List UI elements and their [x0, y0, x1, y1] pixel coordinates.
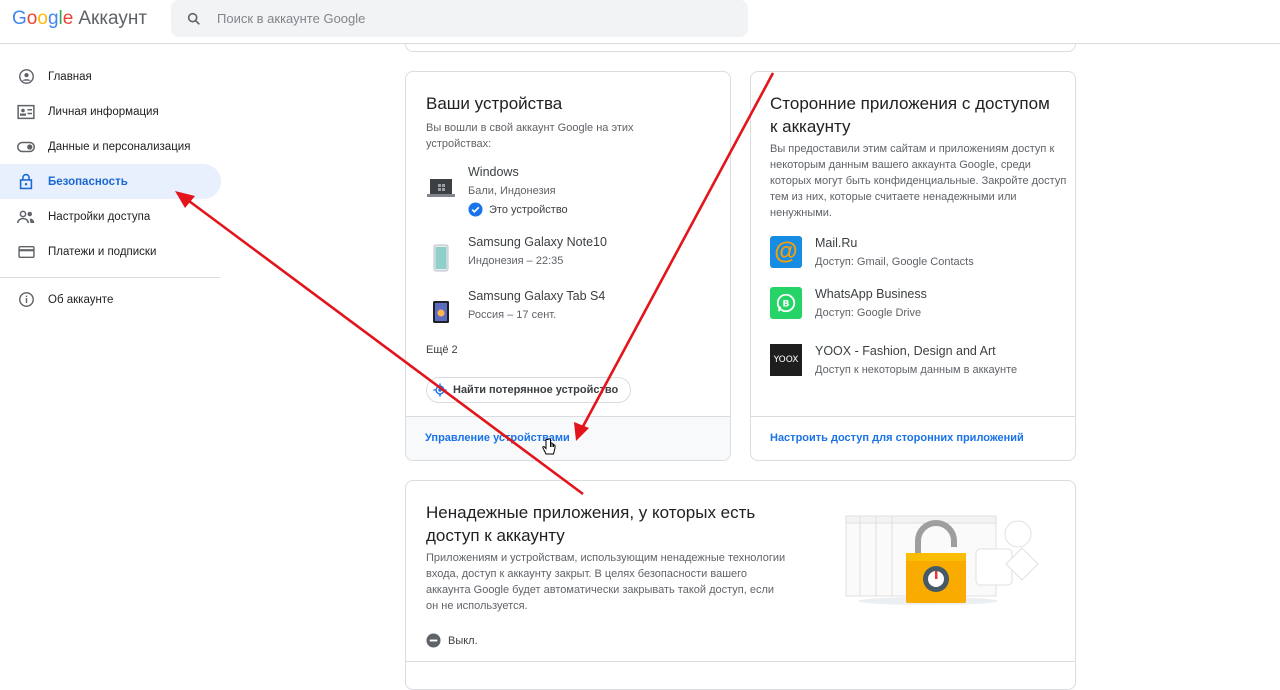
device-location: Индонезия – 22:35	[468, 255, 564, 267]
sidebar-item-data-personalization[interactable]: Данные и персонализация	[0, 129, 221, 164]
whatsapp-icon: B	[770, 287, 802, 319]
yoox-icon: YOOX	[770, 344, 802, 376]
device-item-tab-s4[interactable]: Samsung Galaxy Tab S4 Россия – 17 сент.	[426, 289, 605, 327]
sidebar-item-label: Настройки доступа	[48, 210, 151, 223]
padlock-illustration	[845, 515, 1039, 605]
device-location: Бали, Индонезия	[468, 185, 556, 197]
sidebar-item-label: Данные и персонализация	[48, 140, 191, 153]
more-devices[interactable]: Ещё 2	[426, 344, 458, 356]
app-name: WhatsApp Business	[815, 287, 927, 301]
device-name: Samsung Galaxy Note10	[468, 235, 607, 249]
tablet-icon	[426, 297, 456, 327]
locate-icon	[433, 383, 447, 397]
sidebar-item-payments[interactable]: Платежи и подписки	[0, 234, 221, 269]
app-name: YOOX - Fashion, Design and Art	[815, 344, 996, 358]
search-input[interactable]: Поиск в аккаунте Google	[217, 11, 365, 26]
credit-card-icon	[17, 243, 35, 261]
sidebar-item-home[interactable]: Главная	[0, 59, 221, 94]
device-name: Samsung Galaxy Tab S4	[468, 289, 606, 303]
app-name: Mail.Ru	[815, 236, 858, 250]
sidebar-divider	[0, 277, 220, 278]
this-device-badge: Это устройство	[468, 202, 568, 217]
manage-third-party-apps-link[interactable]: Настроить доступ для сторонних приложени…	[751, 416, 1075, 460]
find-lost-device-button[interactable]: Найти потерянное устройство	[426, 377, 632, 403]
checkmark-icon	[468, 202, 483, 217]
top-bar: Google Аккаунт Поиск в аккаунте Google	[0, 0, 1280, 44]
people-icon	[17, 208, 35, 226]
lock-icon	[17, 173, 35, 191]
devices-card-title: Ваши устройства	[426, 94, 563, 113]
hand-cursor-icon	[542, 438, 556, 461]
app-item-yoox[interactable]: YOOX YOOX - Fashion, Design and Art Дост…	[770, 344, 1017, 376]
sidebar-item-label: Главная	[48, 70, 92, 83]
device-item-windows[interactable]: Windows Бали, Индонезия Это устройство	[426, 165, 568, 217]
sidebar-item-personal-info[interactable]: Личная информация	[0, 94, 221, 129]
app-item-whatsapp-business[interactable]: B WhatsApp Business Доступ: Google Drive	[770, 287, 927, 319]
sidebar-item-label: Безопасность	[48, 175, 128, 188]
manage-devices-link[interactable]: Управление устройствами	[406, 416, 730, 460]
sidebar-item-sharing[interactable]: Настройки доступа	[0, 199, 221, 234]
app-item-mailru[interactable]: @ Mail.Ru Доступ: Gmail, Google Contacts	[770, 236, 974, 268]
less-secure-apps-card: Ненадежные приложения, у которых есть до…	[405, 480, 1076, 690]
product-name: Аккаунт	[78, 8, 148, 29]
home-icon	[17, 68, 35, 86]
sidebar-item-label: Об аккаунте	[48, 293, 114, 306]
devices-card: Ваши устройства Вы вошли в свой аккаунт …	[405, 71, 731, 461]
search-box[interactable]: Поиск в аккаунте Google	[171, 0, 748, 37]
google-account-logo[interactable]: Google Аккаунт	[12, 8, 147, 30]
laptop-icon	[426, 173, 456, 203]
toggle-icon	[17, 138, 35, 156]
device-location: Россия – 17 сент.	[468, 309, 557, 321]
google-wordmark: Google	[12, 8, 74, 29]
mailru-icon: @	[770, 236, 802, 268]
app-access: Доступ: Gmail, Google Contacts	[815, 256, 974, 268]
devices-card-description: Вы вошли в свой аккаунт Google на этих у…	[426, 122, 634, 150]
device-item-note10[interactable]: Samsung Galaxy Note10 Индонезия – 22:35	[426, 235, 607, 273]
third-party-apps-card: Сторонние приложения с доступом к аккаун…	[750, 71, 1076, 461]
minus-circle-icon	[426, 633, 441, 648]
svg-text:B: B	[783, 299, 790, 310]
id-card-icon	[17, 103, 35, 121]
info-icon	[17, 291, 35, 309]
search-icon[interactable]	[171, 11, 217, 27]
insecure-card-description: Приложениям и устройствам, использующим …	[426, 552, 786, 612]
phone-icon	[426, 243, 456, 273]
sidebar-item-security[interactable]: Безопасность	[0, 164, 221, 199]
less-secure-access-status[interactable]: Выкл.	[426, 633, 478, 648]
apps-card-title: Сторонние приложения с доступом к аккаун…	[770, 94, 1050, 136]
card-divider	[406, 661, 1075, 662]
device-name: Windows	[468, 165, 519, 179]
sidebar-item-label: Платежи и подписки	[48, 245, 157, 258]
sidebar-item-label: Личная информация	[48, 105, 159, 118]
app-access: Доступ: Google Drive	[815, 307, 922, 319]
apps-card-description: Вы предоставили этим сайтам и приложения…	[770, 143, 1067, 219]
app-access: Доступ к некоторым данным в аккаунте	[815, 364, 1018, 376]
insecure-card-title: Ненадежные приложения, у которых есть до…	[426, 503, 756, 545]
sidebar-item-about[interactable]: Об аккаунте	[0, 282, 221, 317]
